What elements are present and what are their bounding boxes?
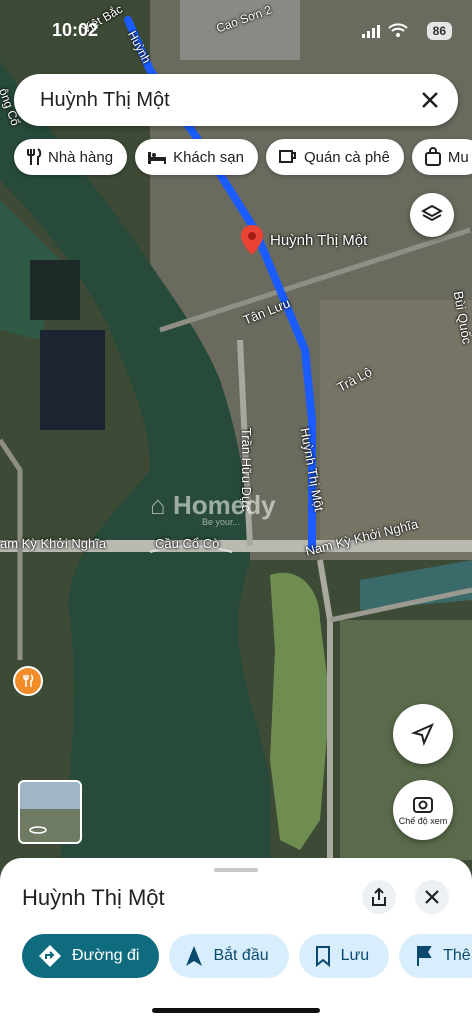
status-bar: 10:02 86: [0, 0, 472, 58]
chip-label: Mu: [447, 148, 469, 166]
search-query[interactable]: Huỳnh Thị Một: [40, 89, 170, 112]
place-title: Huỳnh Thị Một: [22, 885, 165, 910]
directions-button[interactable]: Đường đi: [22, 934, 160, 978]
close-icon[interactable]: [418, 88, 442, 112]
view-mode-label: Chế độ xem: [398, 816, 448, 826]
start-button[interactable]: Bắt đầu: [169, 934, 289, 978]
pin-label: Huỳnh Thị Một: [270, 232, 368, 249]
status-time: 10:02: [52, 20, 99, 40]
chip-hotels[interactable]: Khách sạn: [135, 139, 258, 175]
house-logo-icon: ⌂: [150, 490, 166, 520]
share-button[interactable]: [362, 880, 396, 914]
bridge-label: Cầu Cổ Cò: [155, 536, 220, 551]
directions-icon: [39, 945, 61, 967]
shopping-bag-icon: [424, 147, 441, 166]
camera-icon: [413, 797, 433, 813]
action-label: Lưu: [340, 947, 370, 964]
save-button[interactable]: Lưu: [298, 934, 390, 978]
chip-coffee[interactable]: Quán cà phê: [265, 139, 404, 175]
chip-label: Quán cà phê: [303, 148, 390, 166]
wifi-icon: [388, 22, 408, 43]
my-location-button[interactable]: [393, 704, 453, 764]
watermark: ⌂ Homedy Be your...: [150, 490, 276, 527]
drag-handle[interactable]: [214, 868, 258, 872]
bed-icon: [148, 152, 167, 164]
rotate-360-icon: [29, 826, 47, 834]
chip-restaurants[interactable]: Nhà hàng: [14, 139, 128, 175]
share-icon: [372, 887, 386, 906]
restaurant-poi-marker[interactable]: [13, 666, 43, 696]
flag-icon: [417, 946, 432, 966]
place-bottom-sheet[interactable]: Huỳnh Thị Một Đường đi Bắt đầu Lưu Thê: [0, 858, 472, 1024]
fork-knife-icon: [27, 148, 42, 165]
chip-label: Nhà hàng: [48, 148, 114, 166]
home-indicator: [152, 1008, 320, 1013]
close-sheet-button[interactable]: [415, 880, 449, 914]
layers-icon: [421, 204, 443, 222]
action-label: Đường đi: [72, 947, 140, 964]
chip-label: Khách sạn: [173, 148, 244, 166]
signal-icon: [362, 24, 384, 43]
street-view-thumbnail[interactable]: [18, 780, 82, 844]
navigation-arrow-icon: [411, 723, 434, 746]
layers-button[interactable]: [410, 193, 454, 237]
action-label: Bắt đầu: [213, 947, 269, 964]
navigation-arrow-icon: [186, 946, 203, 966]
chip-shopping[interactable]: Mu: [411, 139, 472, 175]
fork-knife-icon: [23, 674, 34, 687]
search-bar[interactable]: Huỳnh Thị Một: [14, 74, 458, 126]
location-pin[interactable]: [240, 224, 264, 261]
view-mode-button[interactable]: Chế độ xem: [393, 780, 453, 840]
close-icon: [425, 890, 439, 904]
map-pin-icon: [241, 225, 263, 255]
street-label: am Kỳ Khởi Nghĩa: [0, 536, 107, 551]
category-chips: Nhà hàng Khách sạn Quán cà phê Mu: [14, 139, 472, 175]
add-label-button[interactable]: Thê: [399, 934, 472, 978]
action-buttons: Đường đi Bắt đầu Lưu Thê: [22, 934, 472, 978]
action-label: Thê: [443, 947, 471, 964]
coffee-icon: [278, 150, 296, 163]
battery-indicator: 86: [426, 22, 452, 40]
bookmark-icon: [315, 946, 330, 967]
